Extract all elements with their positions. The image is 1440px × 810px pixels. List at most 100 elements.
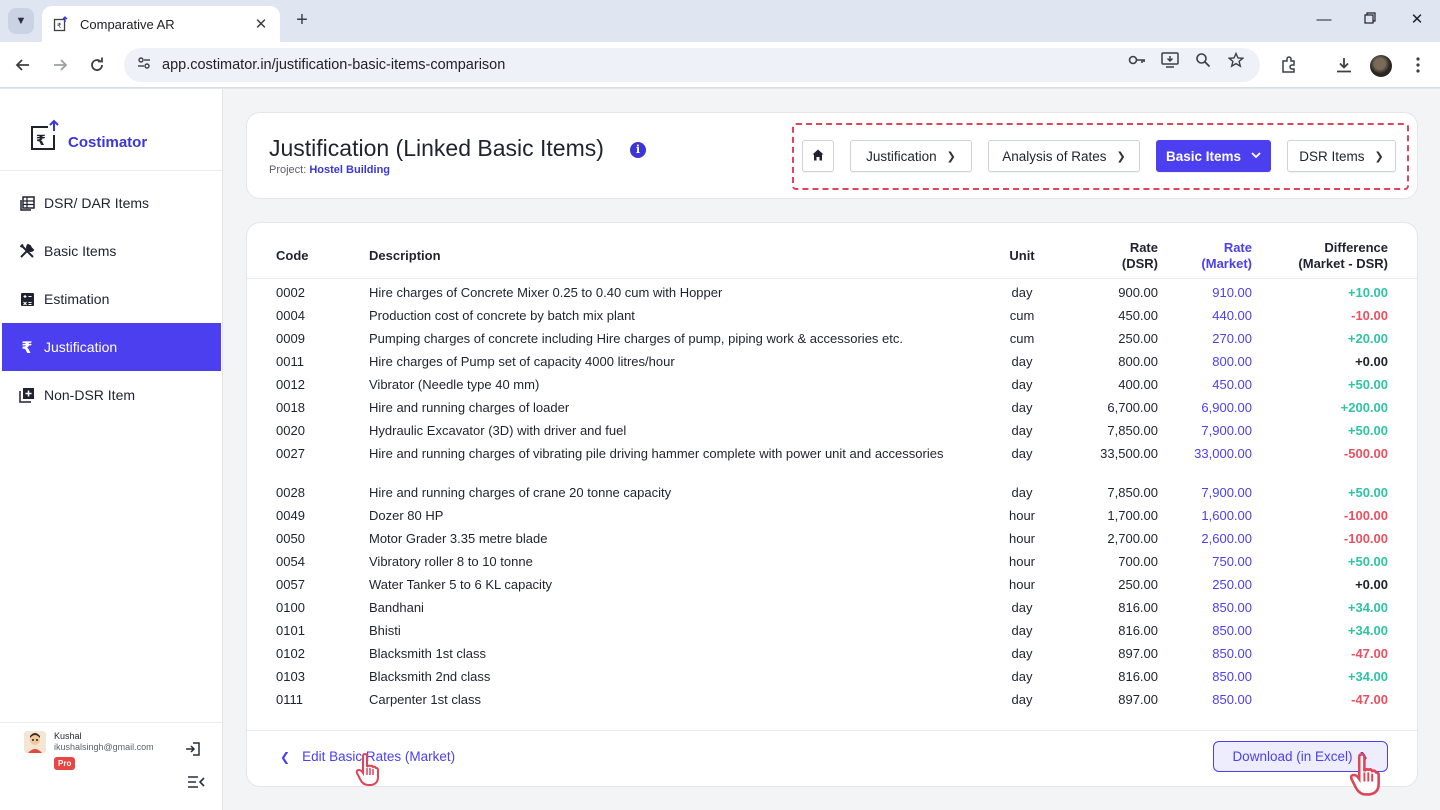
comparison-table-card: Code Description Unit Rate (DSR) Rate (M…: [246, 222, 1418, 796]
cell-unit: day: [1011, 600, 1033, 615]
sidebar-item-non-dsr-item[interactable]: Non-DSR Item: [2, 371, 221, 419]
zoom-icon[interactable]: [1193, 50, 1213, 70]
cell-rate-dsr: 897.00: [1118, 692, 1158, 707]
breadcrumb-basic-items[interactable]: Basic Items: [1156, 140, 1271, 172]
new-tab-icon[interactable]: +: [290, 9, 314, 33]
close-window-icon[interactable]: ✕: [1405, 8, 1429, 32]
cell-rate-dsr: 250.00: [1118, 577, 1158, 592]
project-name[interactable]: Hostel Building: [309, 164, 390, 176]
password-key-icon[interactable]: [1127, 50, 1147, 70]
cell-code: 0028: [276, 485, 305, 500]
cell-rate-dsr: 250.00: [1118, 331, 1158, 346]
cell-code: 0018: [276, 400, 305, 415]
site-favicon-icon: ₹: [52, 15, 70, 33]
pro-badge: Pro: [54, 757, 76, 770]
browser-tab[interactable]: ₹ Comparative AR ✕: [42, 6, 280, 42]
sidebar-item-label: Non-DSR Item: [44, 387, 136, 403]
cell-description: Hire charges of Pump set of capacity 400…: [369, 354, 675, 369]
breadcrumb-label: Justification: [866, 148, 937, 164]
cell-description: Bhisti: [369, 623, 401, 638]
sidebar-item-label: Justification: [44, 339, 118, 355]
cell-unit: day: [1011, 400, 1033, 415]
column-header-rate-market: Rate (Market): [1167, 240, 1252, 272]
home-button[interactable]: [802, 140, 834, 172]
cell-difference: +50.00: [1347, 554, 1388, 569]
tab-search-chevron-icon[interactable]: ▼: [8, 8, 34, 34]
user-avatar[interactable]: [24, 731, 46, 753]
cell-rate-market: 250.00: [1212, 577, 1252, 592]
cell-code: 0049: [276, 508, 305, 523]
sidebar-item-dsr-dar-items[interactable]: DSR/ DAR Items: [2, 179, 221, 227]
cell-code: 0050: [276, 531, 305, 546]
calculator-icon: [18, 290, 36, 308]
cell-description: Carpenter 1st class: [369, 692, 481, 707]
cell-rate-dsr: 7,850.00: [1107, 423, 1158, 438]
url-text[interactable]: app.costimator.in/justification-basic-it…: [162, 57, 505, 73]
breadcrumb-analysis-of-rates[interactable]: Analysis of Rates ❯: [988, 140, 1140, 172]
forward-icon[interactable]: [48, 53, 72, 77]
cell-difference: +20.00: [1347, 331, 1388, 346]
cell-unit: hour: [1008, 554, 1036, 569]
cell-code: 0102: [276, 646, 305, 661]
cell-rate-market: 850.00: [1212, 646, 1252, 661]
install-app-icon[interactable]: [1160, 50, 1180, 70]
bookmark-star-icon[interactable]: [1226, 50, 1246, 70]
logout-icon[interactable]: [185, 741, 201, 757]
cell-code: 0020: [276, 423, 305, 438]
cell-difference: +0.00: [1355, 354, 1388, 369]
tab-title: Comparative AR: [80, 16, 175, 32]
profile-avatar[interactable]: [1370, 55, 1392, 77]
back-icon[interactable]: [11, 53, 35, 77]
cell-rate-market: 850.00: [1212, 692, 1252, 707]
cell-difference: +50.00: [1347, 485, 1388, 500]
info-icon[interactable]: i: [630, 142, 646, 158]
cell-description: Vibratory roller 8 to 10 tonne: [369, 554, 533, 569]
cell-code: 0009: [276, 331, 305, 346]
tab-close-icon[interactable]: ✕: [252, 15, 270, 33]
column-header-difference: Difference (Market - DSR): [1267, 240, 1388, 272]
downloads-icon[interactable]: [1332, 53, 1356, 77]
breadcrumb-justification[interactable]: Justification ❯: [850, 140, 972, 172]
cell-code: 0027: [276, 446, 305, 461]
restore-icon[interactable]: [1358, 8, 1382, 32]
cell-code: 0002: [276, 285, 305, 300]
cell-rate-market: 2,600.00: [1201, 531, 1252, 546]
cell-description: Bandhani: [369, 600, 424, 615]
cell-rate-dsr: 6,700.00: [1107, 400, 1158, 415]
brand-logo[interactable]: ₹ Costimator: [30, 119, 147, 156]
page-header-card: Justification (Linked Basic Items) i Pro…: [246, 112, 1418, 199]
chevron-right-icon: ❯: [1116, 150, 1126, 163]
cell-rate-market: 1,600.00: [1201, 508, 1252, 523]
cell-rate-market: 450.00: [1212, 377, 1252, 392]
address-bar[interactable]: app.costimator.in/justification-basic-it…: [124, 48, 1260, 82]
chevron-right-icon: ❯: [946, 150, 956, 163]
column-header-code: Code: [276, 248, 309, 263]
cell-rate-dsr: 700.00: [1118, 554, 1158, 569]
extensions-icon[interactable]: [1277, 53, 1301, 77]
project-label: Project:: [269, 164, 307, 176]
cell-unit: day: [1011, 623, 1033, 638]
user-name: Kushal: [54, 731, 82, 741]
browser-toolbar: app.costimator.in/justification-basic-it…: [0, 42, 1440, 88]
sidebar-item-estimation[interactable]: Estimation: [2, 275, 221, 323]
cell-unit: cum: [1009, 308, 1035, 323]
sidebar-item-basic-items[interactable]: Basic Items: [2, 227, 221, 275]
sidebar-item-label: Estimation: [44, 291, 110, 307]
cell-description: Hire and running charges of crane 20 ton…: [369, 485, 672, 500]
cell-difference: -47.00: [1351, 692, 1388, 707]
site-settings-icon[interactable]: [136, 55, 152, 76]
cell-rate-dsr: 450.00: [1118, 308, 1158, 323]
browser-menu-icon[interactable]: [1406, 53, 1430, 77]
collapse-sidebar-icon[interactable]: [187, 774, 205, 790]
sidebar-item-justification[interactable]: ₹ Justification: [2, 323, 221, 371]
breadcrumb-dsr-items[interactable]: DSR Items ❯: [1287, 140, 1396, 172]
cell-rate-dsr: 400.00: [1118, 377, 1158, 392]
reload-icon[interactable]: [85, 53, 109, 77]
divider: [0, 170, 222, 171]
app-root: ₹ Costimator DSR/ DAR Items Basic Items …: [0, 89, 1440, 810]
minimize-icon[interactable]: —: [1312, 8, 1336, 32]
cell-unit: hour: [1008, 508, 1036, 523]
cell-rate-market: 7,900.00: [1201, 485, 1252, 500]
cell-rate-dsr: 816.00: [1118, 600, 1158, 615]
cell-unit: hour: [1008, 577, 1036, 592]
